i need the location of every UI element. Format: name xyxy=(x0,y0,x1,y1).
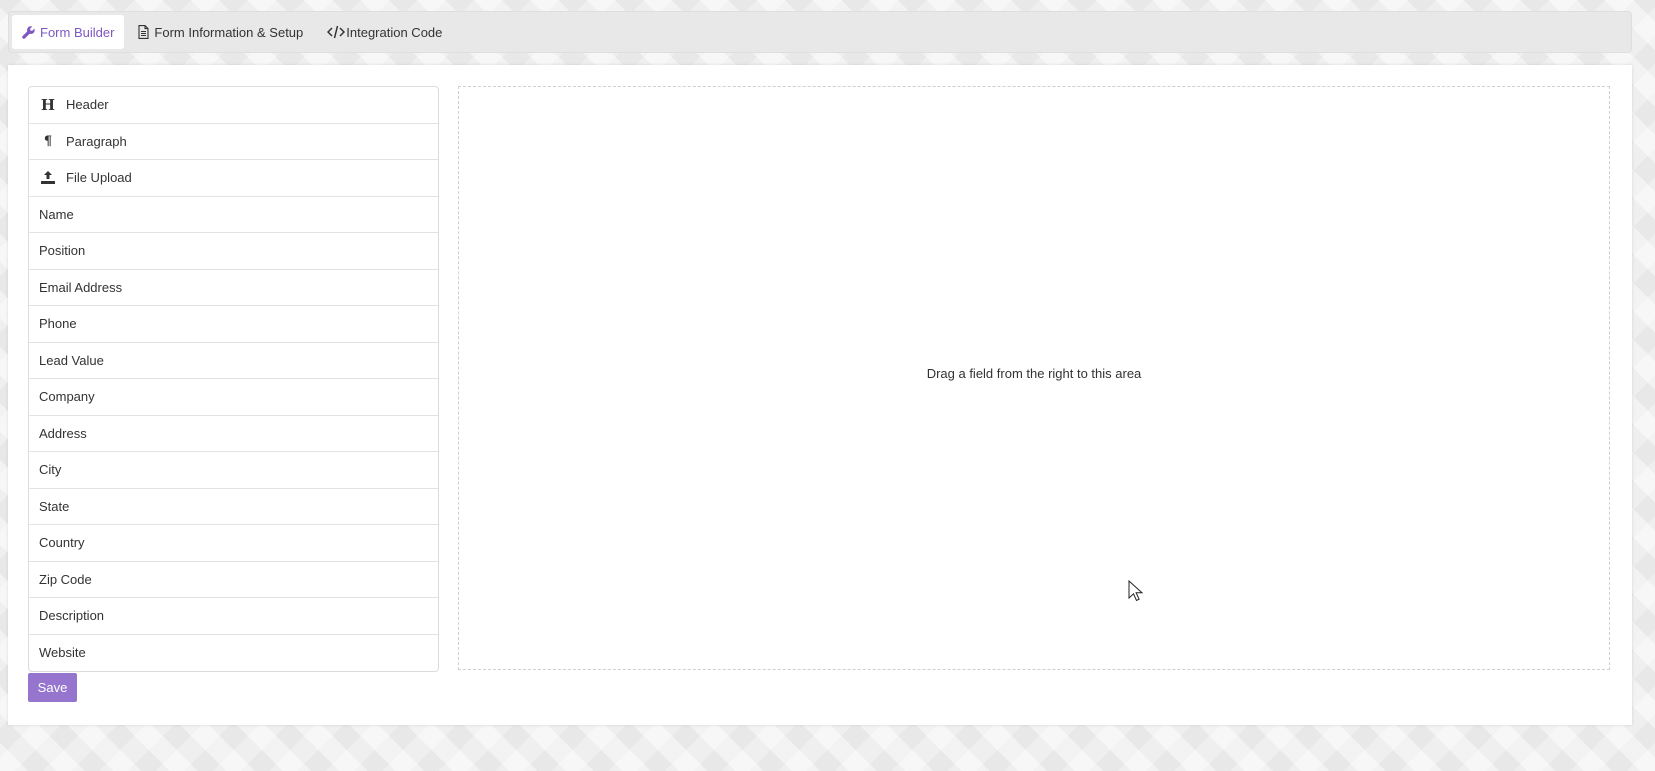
field-position[interactable]: Position xyxy=(29,233,438,270)
code-icon xyxy=(327,25,346,39)
document-icon xyxy=(138,25,149,39)
field-label: Header xyxy=(66,97,109,113)
field-label: Country xyxy=(39,535,85,551)
field-label: Name xyxy=(39,206,74,222)
field-label: Paragraph xyxy=(66,133,127,149)
paragraph-icon: ¶ xyxy=(43,133,53,149)
field-address[interactable]: Address xyxy=(29,416,438,452)
field-phone[interactable]: Phone xyxy=(29,306,438,343)
field-lead-value[interactable]: Lead Value xyxy=(29,343,438,379)
tab-integration-code[interactable]: Integration Code xyxy=(317,15,452,49)
field-label: Website xyxy=(39,645,86,661)
header-icon: H xyxy=(40,95,56,114)
field-label: Email Address xyxy=(39,279,123,295)
tabs-bar: Form Builder Form Information & Setup In… xyxy=(8,11,1632,53)
field-country[interactable]: Country xyxy=(29,525,438,562)
field-email[interactable]: Email Address xyxy=(29,270,438,306)
tab-integration-code-label: Integration Code xyxy=(346,24,443,40)
field-label: Zip Code xyxy=(39,571,92,587)
tab-form-builder-label: Form Builder xyxy=(40,24,115,40)
field-file-upload[interactable]: File Upload xyxy=(29,160,438,197)
form-drop-area[interactable]: Drag a field from the right to this area xyxy=(458,86,1610,670)
upload-icon xyxy=(40,171,56,185)
field-list: H Header ¶ Paragraph File Upload Name Po… xyxy=(28,86,439,672)
field-paragraph[interactable]: ¶ Paragraph xyxy=(29,124,438,160)
field-state[interactable]: State xyxy=(29,489,438,525)
drop-area-hint: Drag a field from the right to this area xyxy=(926,365,1142,381)
tab-form-information-label: Form Information & Setup xyxy=(154,24,304,40)
field-label: File Upload xyxy=(66,170,132,186)
mouse-cursor-icon xyxy=(1128,580,1144,602)
field-label: Phone xyxy=(39,316,77,332)
field-label: Address xyxy=(39,425,87,441)
field-company[interactable]: Company xyxy=(29,379,438,416)
field-label: Lead Value xyxy=(39,352,104,368)
tab-form-builder[interactable]: Form Builder xyxy=(12,15,125,49)
field-city[interactable]: City xyxy=(29,452,438,489)
field-website[interactable]: Website xyxy=(29,635,438,672)
field-label: Position xyxy=(39,243,86,259)
field-label: State xyxy=(39,498,70,514)
save-button[interactable]: Save xyxy=(28,673,77,702)
form-builder-panel: H Header ¶ Paragraph File Upload Name Po… xyxy=(8,65,1632,725)
field-label: Description xyxy=(39,608,105,624)
field-description[interactable]: Description xyxy=(29,598,438,635)
wrench-icon xyxy=(22,25,35,39)
field-name[interactable]: Name xyxy=(29,197,438,233)
field-label: City xyxy=(39,462,62,478)
tab-form-information[interactable]: Form Information & Setup xyxy=(128,15,313,49)
field-zip-code[interactable]: Zip Code xyxy=(29,562,438,598)
field-label: Company xyxy=(39,389,95,405)
field-header[interactable]: H Header xyxy=(29,87,438,124)
